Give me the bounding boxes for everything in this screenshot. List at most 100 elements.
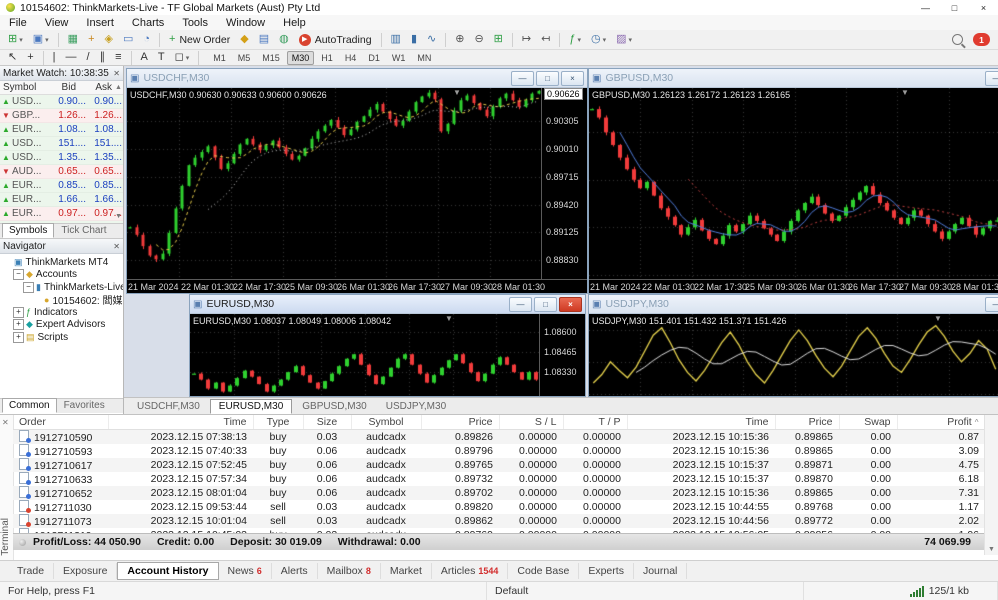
expand-icon[interactable]: + <box>13 319 24 330</box>
timeframe-h1[interactable]: H1 <box>316 51 338 65</box>
history-table-row[interactable]: 19127106332023.12.15 07:57:34buy0.06audc… <box>13 472 985 486</box>
chart-canvas[interactable] <box>190 314 540 397</box>
market-watch-row[interactable]: ▲EUR...0.85...0.85... <box>0 179 123 193</box>
terminal-tab-journal[interactable]: Journal <box>634 563 687 579</box>
navigator-button[interactable]: ◈ <box>101 30 117 49</box>
col-t-p-7[interactable]: T / P <box>563 415 627 430</box>
window-minimize-button[interactable]: — <box>511 71 534 86</box>
timeframe-m5[interactable]: M5 <box>233 51 256 65</box>
history-table-row[interactable]: 19127105902023.12.15 07:38:13buy0.03audc… <box>13 430 985 445</box>
close-panel-icon[interactable]: ✕ <box>2 418 9 427</box>
nav-item-expert-advisors[interactable]: +◆Expert Advisors <box>0 319 123 332</box>
close-panel-icon[interactable]: ✕ <box>113 242 120 251</box>
col-s-l-6[interactable]: S / L <box>499 415 563 430</box>
chart-canvas[interactable] <box>589 314 998 397</box>
notifications-badge[interactable]: 1 <box>973 33 990 46</box>
chart-canvas[interactable] <box>589 88 998 280</box>
scroll-down-icon[interactable]: ▼ <box>988 546 995 553</box>
terminal-tab-exposure[interactable]: Exposure <box>54 563 117 579</box>
chart-area[interactable]: USDJPY,M30 151.401 151.432 151.371 151.4… <box>589 314 998 397</box>
market-watch-row[interactable]: ▼GBP...1.26...1.26... <box>0 109 123 123</box>
expand-icon[interactable]: + <box>13 332 24 343</box>
print-button[interactable]: ▤ <box>255 30 273 49</box>
menu-help[interactable]: Help <box>274 17 315 29</box>
window-restore-button[interactable]: □ <box>534 297 557 312</box>
bar-chart-button[interactable]: ▥ <box>387 30 405 49</box>
strategy-tester-button[interactable]: ◔ <box>139 30 154 49</box>
chart-window-titlebar[interactable]: ▣ USDJPY,M30 — □ × <box>589 295 998 314</box>
terminal-tab-market[interactable]: Market <box>381 563 432 579</box>
terminal-tab-experts[interactable]: Experts <box>579 563 634 579</box>
market-watch-row[interactable]: ▲USD...0.90...0.90... <box>0 95 123 109</box>
window-minimize-button[interactable]: — <box>985 297 998 312</box>
chart-window-usdchf[interactable]: ▣ USDCHF,M30 — □ × USDCHF,M30 0.90630 0.… <box>126 68 588 294</box>
chart-tab-gbpusd-m30[interactable]: GBPUSD,M30 <box>293 399 375 414</box>
nav-item-scripts[interactable]: +▤Scripts <box>0 331 123 344</box>
text-button[interactable]: A <box>137 48 152 67</box>
collapse-icon[interactable]: − <box>13 269 24 280</box>
terminal-button[interactable]: ▭ <box>119 30 137 49</box>
data-window-button[interactable]: + <box>84 30 98 49</box>
chart-canvas[interactable] <box>127 88 542 280</box>
history-table-row[interactable]: 19127106522023.12.15 08:01:04buy0.06audc… <box>13 486 985 500</box>
terminal-scrollbar[interactable]: ▼ <box>984 415 998 555</box>
terminal-tab-news[interactable]: News6 <box>219 563 272 579</box>
nav-item-accounts[interactable]: −◆Accounts <box>0 269 123 282</box>
horizontal-line-button[interactable]: — <box>62 48 81 67</box>
history-table-row[interactable]: 19127105932023.12.15 07:40:33buy0.06audc… <box>13 444 985 458</box>
market-watch-row[interactable]: ▲USD...151....151.... <box>0 137 123 151</box>
periods-button[interactable]: ◷▾ <box>587 30 610 49</box>
col-symbol[interactable]: Symbol <box>0 82 49 93</box>
nav-item-thinkmarkets-mt4[interactable]: ▣ThinkMarkets MT4 <box>0 256 123 269</box>
menu-insert[interactable]: Insert <box>77 17 123 29</box>
chart-shift-button[interactable]: ↤ <box>537 30 554 49</box>
zoom-out-button[interactable]: ⊖ <box>470 30 487 49</box>
timeframe-w1[interactable]: W1 <box>387 51 411 65</box>
arrows-button[interactable]: ◻▾ <box>171 48 194 67</box>
templates-button[interactable]: ▨▾ <box>612 30 636 49</box>
terminal-tab-alerts[interactable]: Alerts <box>272 563 318 579</box>
timeframe-m30[interactable]: M30 <box>287 51 315 65</box>
cursor-button[interactable]: ↖ <box>4 48 21 67</box>
maximize-button[interactable]: □ <box>940 1 969 15</box>
terminal-tab-articles[interactable]: Articles1544 <box>432 563 508 579</box>
tab-common[interactable]: Common <box>2 398 57 413</box>
equidistant-channel-button[interactable]: ∥ <box>96 48 110 67</box>
autotrading-button[interactable]: ▶AutoTrading <box>295 30 376 49</box>
zoom-in-button[interactable]: ⊕ <box>451 30 468 49</box>
col-size-3[interactable]: Size <box>303 415 351 430</box>
chart-window-usdjpy[interactable]: ▣ USDJPY,M30 — □ × USDJPY,M30 151.401 15… <box>588 294 998 397</box>
search-icon[interactable] <box>952 34 963 45</box>
nav-item-thinkmarkets-live[interactable]: −▮ThinkMarkets-Live <box>0 281 123 294</box>
economic-calendar-button[interactable]: ◍ <box>275 30 293 49</box>
col-ask[interactable]: Ask <box>76 82 114 93</box>
window-close-button[interactable]: × <box>559 297 582 312</box>
terminal-tab-trade[interactable]: Trade <box>8 563 54 579</box>
tab-symbols[interactable]: Symbols <box>2 223 54 238</box>
scroll-down-icon[interactable]: ▼ <box>115 213 122 220</box>
market-watch-row[interactable]: ▼AUD...0.65...0.65... <box>0 165 123 179</box>
expand-icon[interactable]: + <box>13 307 24 318</box>
col-price-5[interactable]: Price <box>421 415 499 430</box>
tab-favorites[interactable]: Favorites <box>57 398 112 413</box>
scroll-up-icon[interactable]: ▲ <box>114 84 123 91</box>
window-minimize-button[interactable]: — <box>509 297 532 312</box>
chart-tab-usdjpy-m30[interactable]: USDJPY,M30 <box>377 399 455 414</box>
crosshair-button[interactable]: + <box>23 48 37 67</box>
timeframe-m15[interactable]: M15 <box>257 51 285 65</box>
col-swap-10[interactable]: Swap <box>839 415 897 430</box>
menu-file[interactable]: File <box>0 17 36 29</box>
line-chart-button[interactable]: ∿ <box>423 30 440 49</box>
tab-tick-chart[interactable]: Tick Chart <box>54 223 113 238</box>
market-watch-row[interactable]: ▲EUR...1.08...1.08... <box>0 123 123 137</box>
market-watch-button[interactable]: ▦ <box>64 30 82 49</box>
chart-area[interactable]: GBPUSD,M30 1.26123 1.26172 1.26123 1.261… <box>589 88 998 294</box>
chart-tab-eurusd-m30[interactable]: EURUSD,M30 <box>210 399 292 414</box>
terminal-tab-mailbox[interactable]: Mailbox8 <box>318 563 381 579</box>
fibonacci-button[interactable]: ≡ <box>111 48 125 67</box>
profiles-button[interactable]: ▣▾ <box>29 30 53 49</box>
chart-window-titlebar[interactable]: ▣ EURUSD,M30 — □ × <box>190 295 585 314</box>
col-bid[interactable]: Bid <box>49 82 76 93</box>
col-order-0[interactable]: Order <box>13 415 108 430</box>
history-table-row[interactable]: 19127110302023.12.15 09:53:44sell0.03aud… <box>13 500 985 514</box>
